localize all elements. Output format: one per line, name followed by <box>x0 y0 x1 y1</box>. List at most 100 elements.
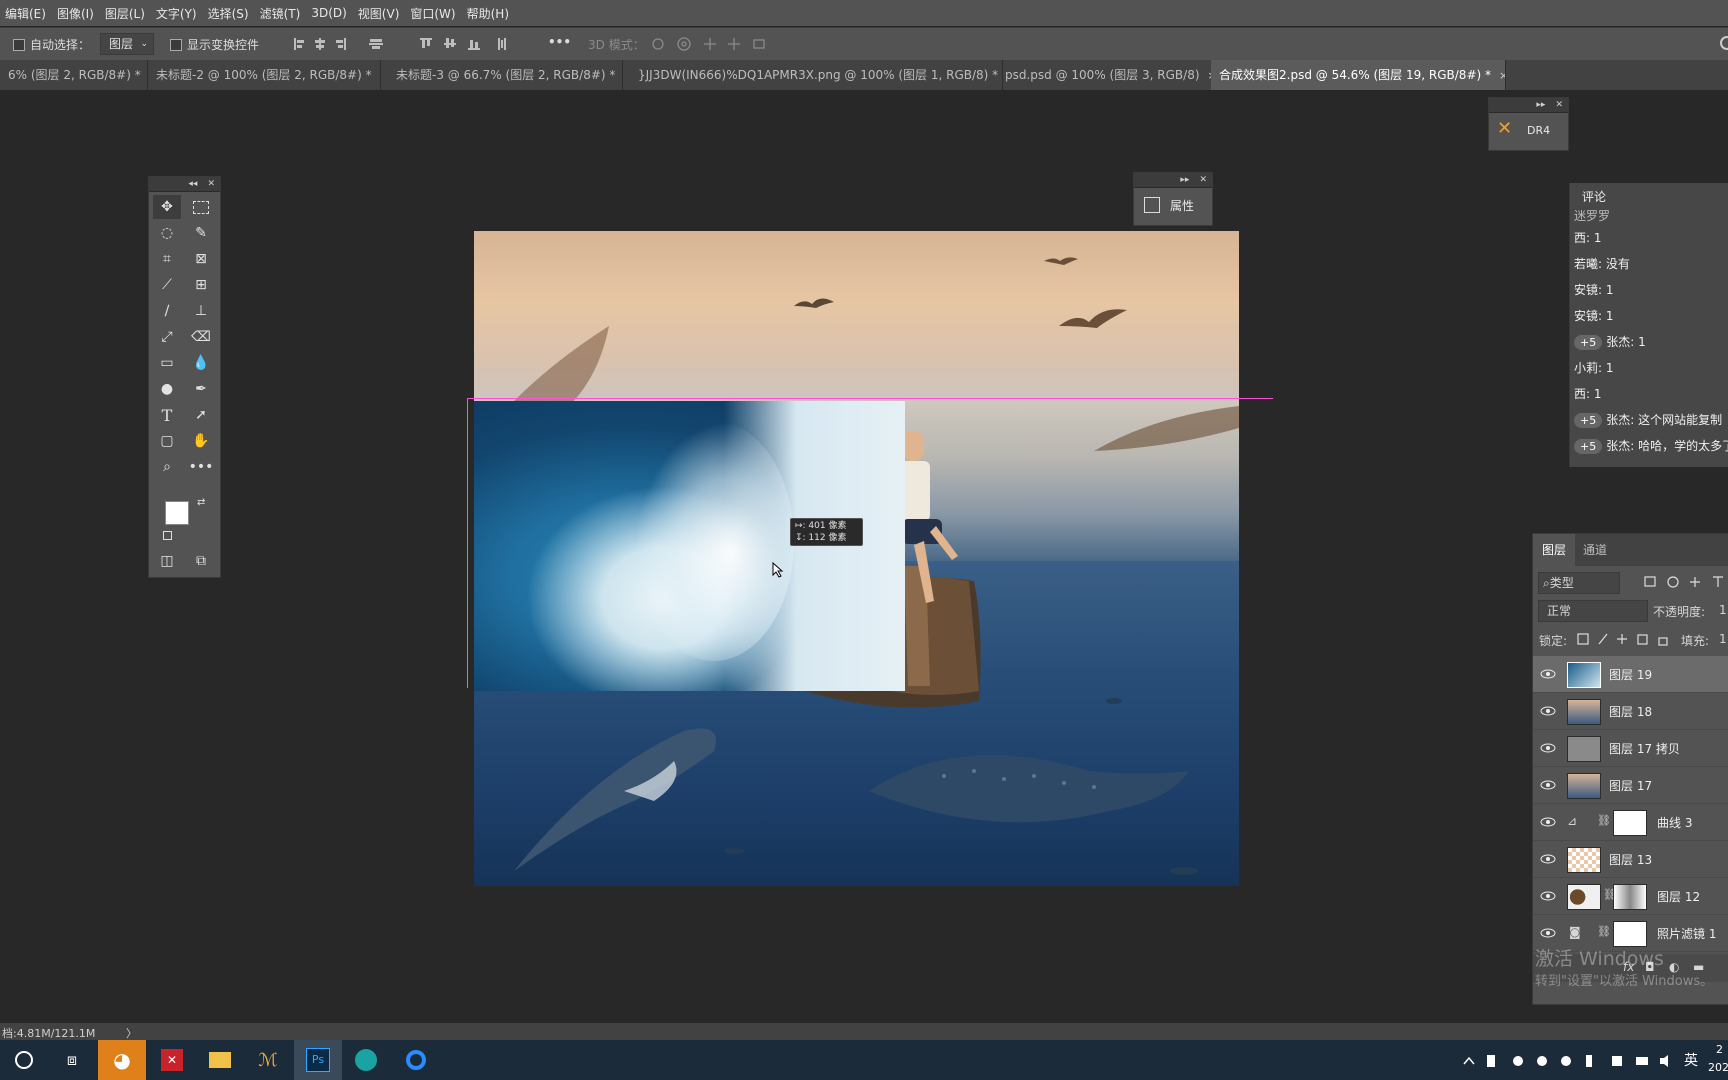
fill-value[interactable]: 1 <box>1719 632 1727 646</box>
swap-colors-icon[interactable]: ⇄ <box>197 497 205 508</box>
brush-tool-icon[interactable]: ∕ <box>153 299 181 323</box>
auto-select-checkbox[interactable] <box>13 39 25 51</box>
browser-icon[interactable] <box>392 1040 440 1080</box>
foreground-color-swatch[interactable] <box>165 501 189 525</box>
collapse-icon[interactable]: ◂◂ <box>188 179 197 189</box>
task-view-icon[interactable]: ⧈ <box>48 1040 96 1080</box>
opacity-value[interactable]: 1 <box>1719 603 1727 617</box>
frame-tool-icon[interactable]: ⊠ <box>187 247 215 271</box>
lock-icons[interactable] <box>1575 631 1675 647</box>
menu-select[interactable]: 选择(S) <box>203 5 255 22</box>
spot-healing-tool-icon[interactable]: ⊞ <box>187 273 215 297</box>
clock-time[interactable]: 2 <box>1716 1043 1723 1056</box>
move-tool-icon[interactable]: ✥ <box>153 195 181 219</box>
status-menu-arrow[interactable]: 〉 <box>126 1025 137 1041</box>
file-explorer-icon[interactable] <box>196 1040 244 1080</box>
layer-row[interactable]: 图层 18 <box>1533 693 1728 730</box>
menu-filter[interactable]: 滤镜(T) <box>255 5 307 22</box>
layer-filter-dropdown[interactable]: ⌕类型 <box>1538 572 1620 594</box>
menu-image[interactable]: 图像(I) <box>52 5 100 22</box>
properties-label[interactable]: 属性 <box>1170 197 1194 214</box>
dr4-header[interactable]: ▸▸ ✕ <box>1489 98 1568 113</box>
menu-help[interactable]: 帮助(H) <box>462 5 515 22</box>
path-select-tool-icon[interactable]: ➚ <box>187 403 215 427</box>
eye-icon[interactable] <box>1540 816 1556 828</box>
layer-row[interactable]: 图层 13 <box>1533 841 1728 878</box>
layer-row[interactable]: 图层 17 <box>1533 767 1728 804</box>
eye-icon[interactable] <box>1540 927 1556 939</box>
align-icons[interactable] <box>290 35 390 53</box>
menu-edit[interactable]: 编辑(E) <box>0 5 52 22</box>
app-red-icon[interactable]: ✕ <box>148 1040 196 1080</box>
close-icon[interactable]: ✕ <box>1555 100 1563 110</box>
layer-row[interactable]: ⛓ 图层 12 <box>1533 878 1728 915</box>
auto-select-dropdown[interactable]: 图层 ⌄ <box>100 33 155 55</box>
more-tools-icon[interactable]: ••• <box>187 455 215 479</box>
distribute-icons[interactable] <box>418 35 518 53</box>
hand-tool-icon[interactable]: ✋ <box>187 429 215 453</box>
cortana-icon[interactable] <box>0 1040 48 1080</box>
tab-doc-active[interactable]: 合成效果图2.psd @ 54.6% (图层 19, RGB/8#) * × <box>1211 60 1506 90</box>
tab-layers[interactable]: 图层 <box>1533 534 1575 566</box>
wechat-icon[interactable]: ◕ <box>98 1040 146 1080</box>
quick-mask-icon[interactable]: ◫ <box>153 549 181 573</box>
more-options-button[interactable]: ••• <box>548 35 571 49</box>
app-orange-icon[interactable]: ℳ <box>244 1040 292 1080</box>
eye-icon[interactable] <box>1540 890 1556 902</box>
screen-mode-icon[interactable]: ⧉ <box>187 549 215 573</box>
zoom-tool-icon[interactable]: ⌕ <box>153 455 181 479</box>
search-icon[interactable] <box>1720 36 1728 50</box>
tab-doc-4[interactable]: }JJ3DW(IN666)%DQ1APMR3X.png @ 100% (图层 1… <box>630 60 1003 90</box>
rectangle-tool-icon[interactable]: ▢ <box>153 429 181 453</box>
eye-icon[interactable] <box>1540 779 1556 791</box>
eraser-tool-icon[interactable]: ⌫ <box>187 325 215 349</box>
blend-mode-dropdown[interactable]: 正常 <box>1538 600 1648 622</box>
layer-row[interactable]: ⊿ ⛓ 曲线 3 <box>1533 804 1728 841</box>
eye-icon[interactable] <box>1540 742 1556 754</box>
layer-row[interactable]: 图层 17 拷贝 <box>1533 730 1728 767</box>
blur-tool-icon[interactable]: 💧 <box>187 351 215 375</box>
system-tray-icons[interactable] <box>1462 1052 1712 1070</box>
document-canvas[interactable] <box>474 231 1239 886</box>
marquee-tool-icon[interactable] <box>187 195 215 219</box>
properties-header[interactable]: ▸▸ ✕ <box>1134 173 1212 188</box>
tab-doc-2[interactable]: 未标题-2 @ 100% (图层 2, RGB/8#) * × <box>148 60 381 90</box>
app-teal-icon[interactable] <box>342 1040 390 1080</box>
history-brush-tool-icon[interactable]: ⤢ <box>153 325 181 349</box>
gradient-tool-icon[interactable]: ▭ <box>153 351 181 375</box>
pen-tool-icon[interactable]: ✒ <box>187 377 215 401</box>
tab-doc-3[interactable]: 未标题-3 @ 66.7% (图层 2, RGB/8#) *× <box>388 60 623 90</box>
close-icon[interactable]: × <box>380 69 381 82</box>
dodge-tool-icon[interactable]: ● <box>153 377 181 401</box>
type-tool-icon[interactable]: T <box>153 403 181 427</box>
dr4-label[interactable]: DR4 <box>1527 124 1550 137</box>
menu-3d[interactable]: 3D(D) <box>306 6 352 20</box>
menu-view[interactable]: 视图(V) <box>353 5 406 22</box>
toolbox-header[interactable]: ◂◂ ✕ <box>149 177 220 192</box>
lasso-tool-icon[interactable]: ◌ <box>153 221 181 245</box>
eyedropper-tool-icon[interactable]: ⟋ <box>153 273 181 297</box>
tab-doc-5[interactable]: psd.psd @ 100% (图层 3, RGB/8)× <box>997 60 1214 90</box>
close-icon[interactable]: ✕ <box>1199 175 1207 185</box>
clone-stamp-tool-icon[interactable]: ⊥ <box>187 299 215 323</box>
tab-channels[interactable]: 通道 <box>1583 534 1607 566</box>
close-icon[interactable]: ✕ <box>207 179 215 189</box>
collapse-icon[interactable]: ▸▸ <box>1180 175 1189 185</box>
tab-doc-1[interactable]: 6% (图层 2, RGB/8#) *× <box>0 60 148 90</box>
eye-icon[interactable] <box>1540 668 1556 680</box>
crop-tool-icon[interactable]: ⌗ <box>153 247 181 271</box>
wave-image-layer[interactable] <box>474 401 905 691</box>
eye-icon[interactable] <box>1540 705 1556 717</box>
collapse-icon[interactable]: ▸▸ <box>1536 100 1545 110</box>
layer-row[interactable]: 图层 19 <box>1533 656 1728 693</box>
filter-icons[interactable] <box>1643 574 1728 590</box>
input-language[interactable]: 英 <box>1684 1050 1698 1070</box>
quick-select-tool-icon[interactable]: ✎ <box>187 221 215 245</box>
menu-layer[interactable]: 图层(L) <box>100 5 151 22</box>
menu-type[interactable]: 文字(Y) <box>151 5 203 22</box>
close-icon[interactable]: × <box>1499 69 1505 82</box>
menu-window[interactable]: 窗口(W) <box>405 5 461 22</box>
photoshop-icon[interactable]: Ps <box>294 1040 342 1080</box>
default-colors-icon[interactable] <box>163 531 172 540</box>
show-transform-checkbox[interactable] <box>170 39 182 51</box>
